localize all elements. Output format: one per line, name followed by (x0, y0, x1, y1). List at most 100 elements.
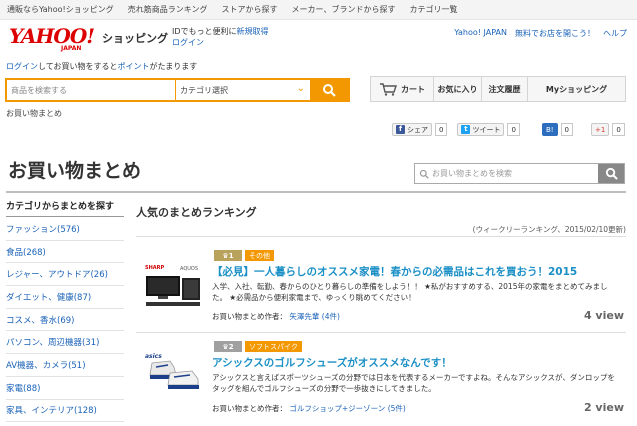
item-title[interactable]: 【必見】一人暮らしのオススメ家電！春からの必需品はこれを買おう！2015 (212, 264, 577, 279)
sidebar-item-fashion[interactable]: ファッション(576) (6, 218, 124, 241)
sidebar-item-leisure[interactable]: レジャー、アウトドア(26) (6, 263, 124, 287)
sidebar-item-pc[interactable]: パソコン、周辺機器(31) (6, 331, 124, 355)
hatena-count: 0 (560, 123, 574, 136)
category-sidebar: カテゴリからまとめを探す ファッション(576) 食品(268) レジャー、アウ… (6, 199, 124, 423)
list-item: SHARP AQUOS ♛ 1 その他 【必見】一人暮らしのオススメ家電！春からの… (136, 250, 626, 330)
yahoo-logo[interactable]: YAHOO! JAPAN (9, 24, 99, 52)
point-text-end: がたまります (149, 62, 198, 71)
item-author: お買い物まとめ作者： 矢澤先輩 (4件) (212, 311, 340, 322)
view-count: 2 view (583, 401, 624, 414)
sidebar-item-furniture[interactable]: 家具、インテリア(128) (6, 400, 124, 423)
tweet-count: 0 (507, 123, 520, 136)
ranking-period: (ウィークリーランキング、2015/02/10更新) (472, 225, 626, 234)
author-link[interactable]: ゴルフショップ+ジーゾーン (289, 404, 385, 413)
search-button[interactable] (310, 80, 348, 100)
id-info: IDでもっと便利に新規取得 ログイン (172, 26, 269, 48)
search-icon (605, 167, 618, 180)
order-history-button[interactable]: 注文履歴 (482, 77, 528, 101)
yahoo-japan-link[interactable]: Yahoo! JAPAN (454, 28, 507, 39)
item-description: 入学、入社、転勤、春からのひとり暮らしの準備をしよう！！ ★私がおすすめする、2… (212, 282, 608, 302)
topnav-link-ranking[interactable]: 売れ筋商品ランキング (128, 4, 208, 15)
sidebar-item-cosmetics[interactable]: コスメ、香水(69) (6, 309, 124, 332)
tweet-button[interactable]: t ツイート (457, 123, 505, 136)
item-divider (136, 332, 626, 333)
tweet-label: ツイート (472, 125, 501, 134)
new-registration-link[interactable]: 新規取得 (237, 27, 269, 36)
hatena-bookmark-button[interactable]: B! (541, 123, 558, 136)
favorites-button[interactable]: お気に入り (434, 77, 482, 101)
thumb-model: AQUOS (180, 266, 199, 272)
matome-search: お買い物まとめを検索 (414, 163, 625, 184)
search-input[interactable]: 商品を検索する (7, 80, 176, 100)
category-tag[interactable]: その他 (245, 250, 274, 261)
author-count[interactable]: (4件) (322, 312, 340, 321)
product-search: 商品を検索する カテゴリ選択 ⌄ (5, 78, 350, 102)
topnav-link-home[interactable]: 通販ならYahoo!ショッピング (7, 4, 114, 15)
rank-number: 2 (228, 342, 234, 351)
matome-search-input[interactable]: お買い物まとめを検索 (415, 164, 598, 183)
site-name[interactable]: ショッピング (102, 30, 168, 46)
sidebar-heading: カテゴリからまとめを探す (6, 199, 124, 217)
share-label: シェア (407, 125, 428, 134)
item-author: お買い物まとめ作者： ゴルフショップ+ジーゾーン (5件) (212, 403, 406, 414)
open-store-link[interactable]: 無料でお店を開こう！ (515, 28, 595, 39)
sidebar-item-food[interactable]: 食品(268) (6, 241, 124, 264)
id-text: IDでもっと便利に (172, 27, 237, 36)
author-link[interactable]: 矢澤先輩 (289, 312, 319, 321)
matome-search-button[interactable] (598, 164, 624, 183)
topnav-link-stores[interactable]: ストアから探す (222, 4, 278, 15)
facebook-icon: f (396, 125, 405, 134)
ranking-heading: 人気のまとめランキング (136, 206, 257, 219)
rank-badge: ♛ 2 ソフトスパイク (214, 341, 302, 352)
breadcrumb: お買い物まとめ (6, 109, 62, 118)
sidebar-item-appliances[interactable]: 家電(88) (6, 377, 124, 400)
rank-crown: ♛ 2 (214, 341, 242, 352)
view-count: 4 view (583, 309, 624, 322)
search-icon (419, 169, 429, 179)
thumb-brand: SHARP (145, 265, 165, 271)
cart-button[interactable]: カート (371, 77, 434, 101)
item-thumbnail[interactable]: SHARP AQUOS (144, 264, 202, 308)
point-message: ログインしてお買い物をするとポイントがたまります (6, 61, 197, 72)
logo-sub: JAPAN (61, 45, 82, 52)
category-tag[interactable]: ソフトスパイク (245, 341, 302, 352)
item-title[interactable]: アシックスのゴルフシューズがオススメなんです！ (212, 355, 452, 370)
author-label: お買い物まとめ作者： (212, 404, 287, 413)
social-buttons: f シェア 0 t ツイート 0 B! 0 +1 0 (392, 123, 625, 136)
rank-badge: ♛ 1 その他 (214, 250, 274, 261)
author-label: お買い物まとめ作者： (212, 312, 287, 321)
rank-crown: ♛ 1 (214, 250, 242, 261)
login-link[interactable]: ログイン (172, 37, 269, 48)
gplus-count: 0 (612, 123, 625, 136)
thumb-brand: asics (145, 353, 162, 360)
my-shopping-button[interactable]: Myショッピング (528, 77, 625, 101)
gplus-label: +1 (595, 125, 606, 134)
header-links: Yahoo! JAPAN 無料でお店を開こう！ ヘルプ (454, 28, 627, 39)
help-link[interactable]: ヘルプ (603, 28, 627, 39)
list-item: asics ♛ 2 ソフトスパイク アシックスのゴルフシューズがオススメなんです！… (136, 341, 626, 421)
shopping-nav: カート お気に入り 注文履歴 Myショッピング (370, 76, 626, 102)
ranking-divider (136, 236, 626, 237)
chevron-down-icon: ⌄ (296, 83, 305, 94)
twitter-icon: t (461, 125, 471, 134)
author-count[interactable]: (5件) (388, 404, 406, 413)
category-select-value: カテゴリ選択 (180, 86, 228, 95)
search-icon (323, 84, 336, 97)
category-select[interactable]: カテゴリ選択 ⌄ (176, 80, 310, 100)
sidebar-item-av[interactable]: AV機器、カメラ(51) (6, 354, 124, 377)
facebook-share-button[interactable]: f シェア (392, 123, 432, 136)
point-text-mid: してお買い物をすると (38, 62, 118, 71)
point-login-link[interactable]: ログイン (6, 62, 38, 71)
top-nav: 通販ならYahoo!ショッピング 売れ筋商品ランキング ストアから探す メーカー… (0, 0, 637, 20)
point-link[interactable]: ポイント (118, 62, 150, 71)
topnav-link-categories[interactable]: カテゴリ一覧 (409, 4, 457, 15)
gplus-button[interactable]: +1 (591, 123, 610, 136)
share-count: 0 (435, 123, 448, 136)
topnav-link-brands[interactable]: メーカー、ブランドから探す (292, 4, 396, 15)
rank-number: 1 (228, 251, 234, 260)
item-description: アシックスと言えばスポーツシューズの分野では日本を代表するメーカーですよね。そん… (212, 373, 615, 393)
sidebar-item-diet[interactable]: ダイエット、健康(87) (6, 286, 124, 309)
cart-label: カート (401, 84, 425, 94)
item-thumbnail[interactable]: asics (144, 353, 202, 397)
cart-icon (380, 83, 397, 96)
